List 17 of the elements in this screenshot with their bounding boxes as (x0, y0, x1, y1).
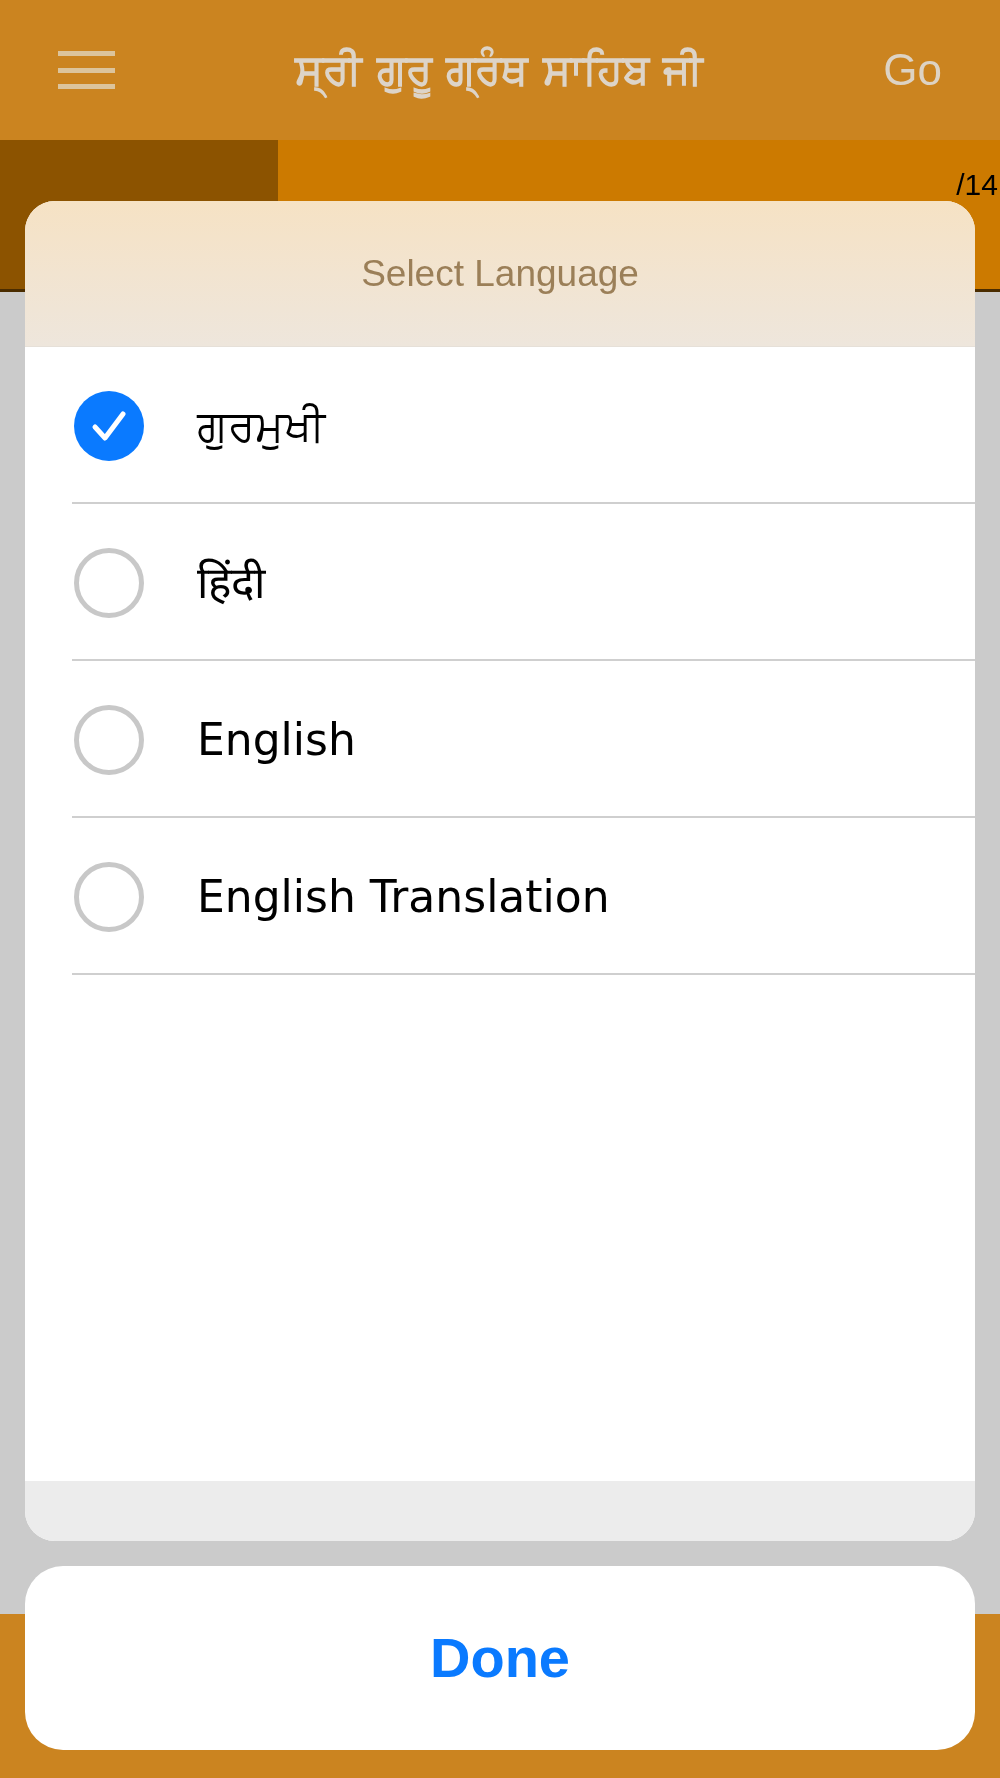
language-option[interactable]: हिंदी (25, 504, 975, 661)
page-number-text: /14 (956, 170, 998, 200)
checked-radio-icon[interactable] (74, 390, 144, 461)
nav-title: ਸ੍ਰੀ ਗੁਰੂ ਗ੍ਰੰਥ ਸਾਹਿਬ ਜੀ (294, 32, 704, 108)
language-option[interactable]: English (25, 661, 975, 818)
sheet-title: Select Language (361, 255, 639, 292)
radio-icon[interactable] (74, 861, 144, 932)
radio-icon[interactable] (74, 547, 144, 618)
done-button[interactable]: Done (25, 1566, 975, 1750)
language-label: English (197, 712, 356, 767)
language-label: ਗੁਰਮੁਖੀ (197, 398, 325, 453)
language-option[interactable]: English Translation (25, 818, 975, 975)
language-option[interactable]: ਗੁਰਮੁਖੀ (25, 347, 975, 504)
radio-icon[interactable] (74, 704, 144, 775)
language-label: हिंदी (197, 555, 265, 610)
language-label: English Translation (197, 869, 610, 924)
menu-icon[interactable] (58, 51, 115, 89)
